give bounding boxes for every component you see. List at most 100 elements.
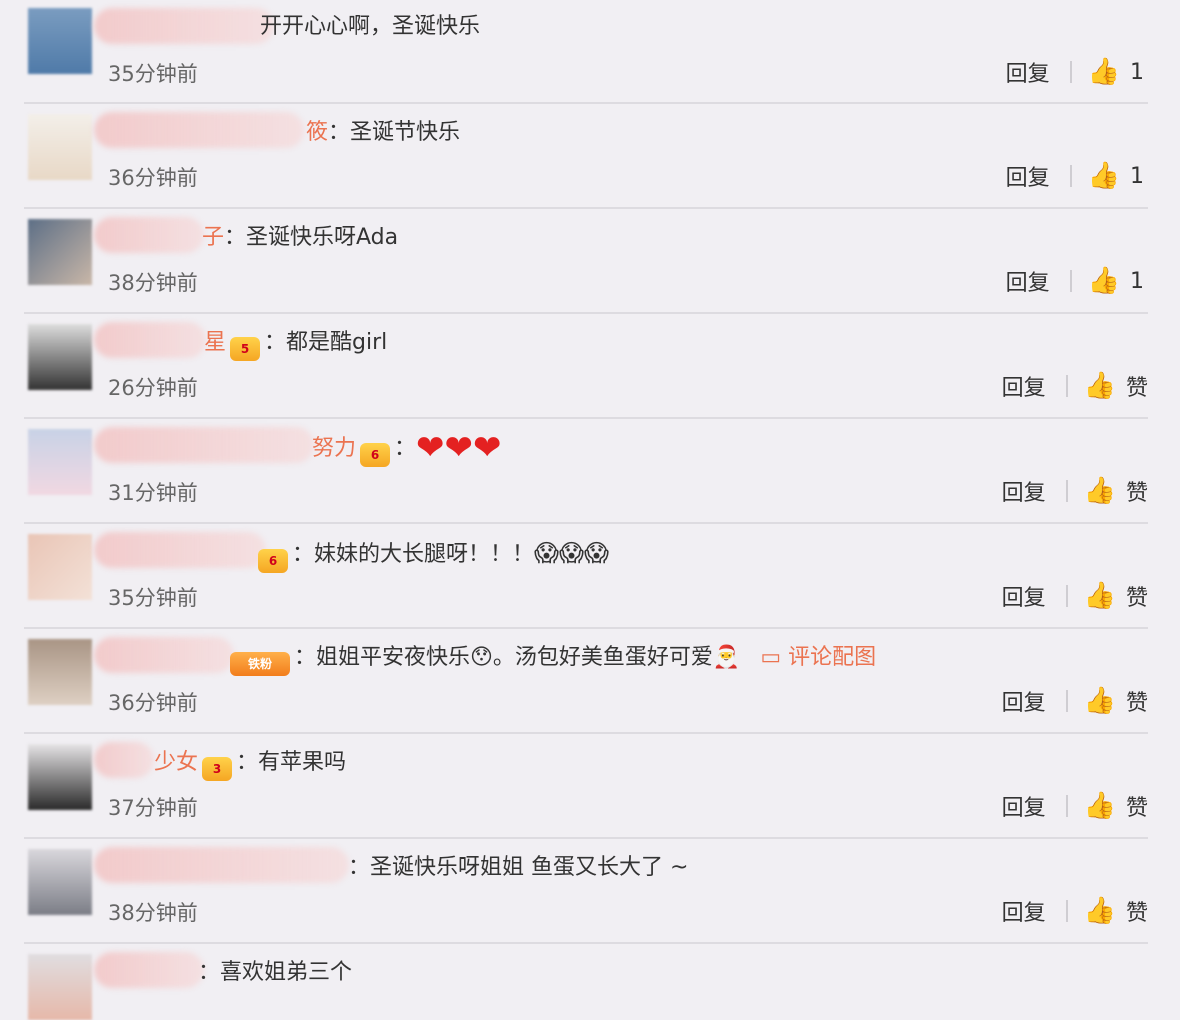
comment-time: 26分钟前 (108, 376, 198, 400)
username-tail[interactable]: 少女 (154, 750, 198, 775)
comment-line: ：喜欢姐弟三个 (198, 958, 352, 988)
fan-badge: 5 (230, 337, 261, 361)
divider (1065, 585, 1068, 607)
comment-line: 少女 3 ：有苹果吗 (154, 748, 346, 781)
heart-emoji: ❤❤❤ (416, 428, 502, 468)
fan-badge: 3 (202, 757, 233, 781)
username-blurred[interactable] (94, 217, 204, 253)
like-count[interactable]: 赞 (1126, 895, 1148, 927)
comment-row: 开开心心啊，圣诞快乐 35分钟前 回复 👍 1 (24, 0, 1148, 104)
reply-button[interactable]: 回复 (1002, 895, 1046, 927)
avatar[interactable] (28, 849, 92, 915)
comment-time: 37分钟前 (108, 796, 198, 820)
comment-line: 开开心心啊，圣诞快乐 (260, 12, 480, 42)
comment-line: 筱：圣诞节快乐 (306, 118, 460, 148)
divider (1065, 900, 1068, 922)
divider (1069, 61, 1072, 83)
picture-icon: ▭ (760, 645, 789, 670)
comment-time: 36分钟前 (108, 691, 198, 715)
thumbs-up-icon[interactable]: 👍 (1084, 583, 1116, 609)
divider (1069, 270, 1072, 292)
avatar[interactable] (28, 114, 92, 180)
comment-line: 6 ：妹妹的大长腿呀！！！😱😱😱 (254, 538, 609, 573)
avatar[interactable] (28, 954, 92, 1020)
username-blurred[interactable] (94, 952, 204, 988)
username-blurred[interactable] (94, 322, 206, 358)
username-tail[interactable]: 子 (202, 225, 224, 250)
thumbs-up-icon[interactable]: 👍 (1088, 59, 1120, 85)
comment-line: 努力 6 ：❤❤❤ (312, 431, 502, 467)
username-tail[interactable]: 筱 (306, 120, 328, 145)
like-count[interactable]: 赞 (1126, 685, 1148, 717)
reply-button[interactable]: 回复 (1006, 265, 1050, 297)
divider (1069, 165, 1072, 187)
comment-row: 子：圣诞快乐呀Ada 38分钟前 回复 👍 1 (24, 209, 1148, 314)
reply-button[interactable]: 回复 (1002, 790, 1046, 822)
comment-row: 少女 3 ：有苹果吗 37分钟前 回复 👍 赞 (24, 734, 1148, 839)
comment-actions: 回复 👍 1 (1006, 56, 1148, 88)
comment-actions: 回复 👍 赞 (1002, 685, 1148, 717)
comment-actions: 回复 👍 赞 (1002, 790, 1148, 822)
username-blurred[interactable] (94, 532, 266, 568)
username-blurred[interactable] (94, 742, 154, 778)
thumbs-up-icon[interactable]: 👍 (1084, 478, 1116, 504)
divider (1065, 480, 1068, 502)
comment-row: 6 ：妹妹的大长腿呀！！！😱😱😱 35分钟前 回复 👍 赞 (24, 524, 1148, 629)
avatar[interactable] (28, 8, 92, 74)
comment-text: ：喜欢姐弟三个 (198, 960, 353, 985)
comment-time: 36分钟前 (108, 166, 198, 190)
comment-picture-link[interactable]: ▭ 评论配图 (760, 645, 876, 670)
comment-text: ：圣诞快乐呀姐姐 鱼蛋又长大了 ~ (348, 855, 689, 880)
username-blurred[interactable] (94, 427, 314, 463)
avatar[interactable] (28, 219, 92, 285)
username-blurred[interactable] (94, 637, 234, 673)
thumbs-up-icon[interactable]: 👍 (1084, 688, 1116, 714)
avatar[interactable] (28, 639, 92, 705)
username-tail[interactable]: 努力 (312, 436, 356, 461)
divider (1065, 375, 1068, 397)
comment-actions: 回复 👍 赞 (1002, 895, 1148, 927)
comment-time: 38分钟前 (108, 271, 198, 295)
like-count[interactable]: 赞 (1126, 790, 1148, 822)
thumbs-up-icon[interactable]: 👍 (1088, 268, 1120, 294)
reply-button[interactable]: 回复 (1002, 370, 1046, 402)
comment-text: ：圣诞节快乐 (328, 120, 461, 145)
divider (1065, 690, 1068, 712)
username-tail[interactable]: 星 (204, 330, 226, 355)
avatar[interactable] (28, 429, 92, 495)
thumbs-up-icon[interactable]: 👍 (1084, 793, 1116, 819)
like-count[interactable]: 赞 (1126, 370, 1148, 402)
like-count[interactable]: 1 (1130, 164, 1148, 189)
like-count[interactable]: 1 (1130, 60, 1148, 85)
username-blurred[interactable] (94, 847, 349, 883)
fan-badge: 铁粉 (230, 652, 290, 676)
username-blurred[interactable] (94, 8, 274, 44)
reply-button[interactable]: 回复 (1006, 160, 1050, 192)
avatar[interactable] (28, 744, 92, 810)
username-blurred[interactable] (94, 112, 304, 148)
comment-actions: 回复 👍 赞 (1002, 475, 1148, 507)
comment-time: 35分钟前 (108, 586, 198, 610)
comment-text: ：姐姐平安夜快乐😯。汤包好美鱼蛋好可爱🎅 (294, 645, 741, 670)
comment-row: 星 5 ：都是酷girl 26分钟前 回复 👍 赞 (24, 314, 1148, 419)
comment-text: ：都是酷girl (264, 330, 388, 355)
comment-actions: 回复 👍 1 (1006, 160, 1148, 192)
thumbs-up-icon[interactable]: 👍 (1088, 163, 1120, 189)
comment-row: 努力 6 ：❤❤❤ 31分钟前 回复 👍 赞 (24, 419, 1148, 524)
thumbs-up-icon[interactable]: 👍 (1084, 373, 1116, 399)
like-count[interactable]: 赞 (1126, 580, 1148, 612)
avatar[interactable] (28, 534, 92, 600)
comment-text: 开开心心啊，圣诞快乐 (260, 14, 481, 39)
comment-row: ：圣诞快乐呀姐姐 鱼蛋又长大了 ~ 38分钟前 回复 👍 赞 (24, 839, 1148, 944)
reply-button[interactable]: 回复 (1002, 580, 1046, 612)
reply-button[interactable]: 回复 (1006, 56, 1050, 88)
comment-list: 开开心心啊，圣诞快乐 35分钟前 回复 👍 1 筱：圣诞节快乐 36分钟前 回复… (0, 0, 1180, 1020)
reply-button[interactable]: 回复 (1002, 685, 1046, 717)
reply-button[interactable]: 回复 (1002, 475, 1046, 507)
thumbs-up-icon[interactable]: 👍 (1084, 898, 1116, 924)
like-count[interactable]: 赞 (1126, 475, 1148, 507)
fan-badge: 6 (258, 549, 288, 573)
like-count[interactable]: 1 (1130, 269, 1148, 294)
avatar[interactable] (28, 324, 92, 390)
comment-text: ：圣诞快乐呀Ada (224, 225, 399, 250)
